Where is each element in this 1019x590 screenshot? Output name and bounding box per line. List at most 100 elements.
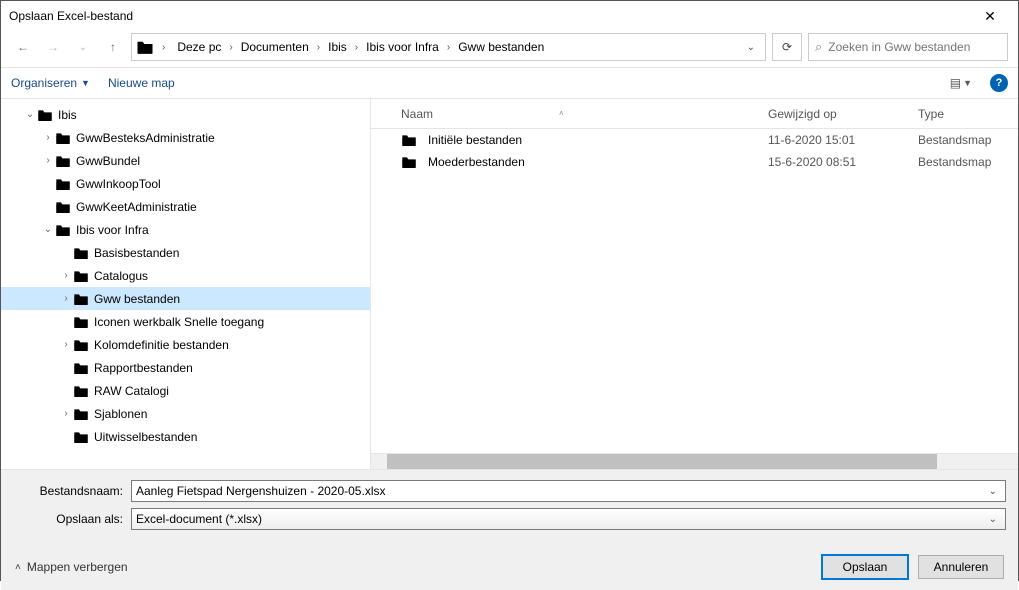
tree-node-label: Uitwisselbestanden <box>94 430 197 444</box>
filename-input[interactable] <box>136 484 985 498</box>
item-modified: 15-6-2020 08:51 <box>768 155 918 169</box>
breadcrumb-segment[interactable]: Documenten <box>237 38 313 56</box>
recent-locations-button[interactable]: ⌄ <box>71 35 95 59</box>
caret-closed-icon[interactable]: › <box>59 270 73 281</box>
chevron-right-icon: › <box>160 42 167 53</box>
tree-node[interactable]: › GwwBesteksAdministratie <box>1 126 370 149</box>
search-icon: ⌕ <box>815 39 822 55</box>
filename-combo[interactable]: ⌄ <box>131 480 1006 502</box>
close-button[interactable]: ✕ <box>970 8 1010 25</box>
filetype-value[interactable] <box>136 512 985 526</box>
search-input[interactable] <box>828 40 1001 54</box>
tree-node-label: Sjablonen <box>94 407 147 421</box>
folder-icon <box>73 268 89 284</box>
up-button[interactable]: ↑ <box>101 35 125 59</box>
caret-closed-icon[interactable]: › <box>41 132 55 143</box>
search-box[interactable]: ⌕ <box>808 33 1008 61</box>
filename-label: Bestandsnaam: <box>13 484 123 498</box>
tree-node-label: Iconen werkbalk Snelle toegang <box>94 315 264 329</box>
caret-closed-icon[interactable]: › <box>59 408 73 419</box>
column-name-header[interactable]: Naam ˄ <box>401 107 768 121</box>
help-button[interactable]: ? <box>990 74 1008 92</box>
horizontal-scrollbar[interactable] <box>371 453 1018 469</box>
new-folder-button[interactable]: Nieuwe map <box>108 76 175 90</box>
chevron-down-icon: ▼ <box>81 78 90 88</box>
tree-node-label: Rapportbestanden <box>94 361 193 375</box>
tree-node-label: Ibis voor Infra <box>76 223 149 237</box>
tree-node[interactable]: › Catalogus <box>1 264 370 287</box>
breadcrumb-segment[interactable]: Ibis <box>324 38 351 56</box>
tree-node[interactable]: ›Uitwisselbestanden <box>1 425 370 448</box>
organize-menu[interactable]: Organiseren ▼ <box>11 76 90 90</box>
tree-node[interactable]: ⌄ Ibis <box>1 103 370 126</box>
chevron-right-icon: › <box>353 42 360 53</box>
chevron-right-icon: › <box>227 42 234 53</box>
filetype-label: Opslaan als: <box>13 512 123 526</box>
folder-icon <box>73 360 89 376</box>
view-options-button[interactable]: ▤ ▼ <box>950 76 972 90</box>
filetype-combo[interactable]: ⌄ <box>131 508 1006 530</box>
cancel-button[interactable]: Annuleren <box>918 555 1004 579</box>
chevron-right-icon: › <box>445 42 452 53</box>
folder-icon <box>73 383 89 399</box>
tree-node-label: GwwBundel <box>76 154 140 168</box>
forward-button[interactable]: → <box>41 35 65 59</box>
tree-node[interactable]: ⌄ Ibis voor Infra <box>1 218 370 241</box>
breadcrumb-segment[interactable]: Ibis voor Infra <box>362 38 443 56</box>
file-list[interactable]: Initiële bestanden11-6-2020 15:01Bestand… <box>371 129 1018 453</box>
tree-node[interactable]: ›GwwKeetAdministratie <box>1 195 370 218</box>
refresh-button[interactable]: ⟳ <box>772 33 802 61</box>
back-button[interactable]: ← <box>11 35 35 59</box>
tree-node-label: GwwBesteksAdministratie <box>76 131 215 145</box>
tree-node[interactable]: › Sjablonen <box>1 402 370 425</box>
filename-dropdown-icon[interactable]: ⌄ <box>985 486 1001 497</box>
folder-icon <box>73 314 89 330</box>
tree-node[interactable]: ›RAW Catalogi <box>1 379 370 402</box>
tree-node-label: Catalogus <box>94 269 148 283</box>
save-button[interactable]: Opslaan <box>822 555 908 579</box>
caret-open-icon[interactable]: ⌄ <box>23 109 37 120</box>
list-item[interactable]: Initiële bestanden11-6-2020 15:01Bestand… <box>371 129 1018 151</box>
caret-closed-icon[interactable]: › <box>41 155 55 166</box>
tree-node[interactable]: ›GwwInkoopTool <box>1 172 370 195</box>
tree-node[interactable]: ›Gww bestanden <box>1 287 370 310</box>
sort-indicator-icon: ˄ <box>559 109 564 118</box>
caret-closed-icon[interactable]: › <box>59 293 73 304</box>
tree-node-label: RAW Catalogi <box>94 384 169 398</box>
item-type: Bestandsmap <box>918 155 1018 169</box>
tree-node-label: Ibis <box>58 108 77 122</box>
tree-node[interactable]: › GwwBundel <box>1 149 370 172</box>
breadcrumb-segment[interactable]: Deze pc <box>173 38 225 56</box>
folder-icon <box>55 222 71 238</box>
folder-icon <box>55 130 71 146</box>
item-name: Initiële bestanden <box>428 133 522 147</box>
caret-open-icon[interactable]: ⌄ <box>41 224 55 235</box>
folder-icon <box>55 153 71 169</box>
folder-icon <box>73 337 89 353</box>
folder-tree[interactable]: ⌄Ibis›GwwBesteksAdministratie›GwwBundel›… <box>1 99 371 469</box>
folder-icon <box>55 199 71 215</box>
caret-closed-icon[interactable]: › <box>59 339 73 350</box>
folder-icon <box>73 429 89 445</box>
address-bar[interactable]: › Deze pc›Documenten›Ibis›Ibis voor Infr… <box>131 33 766 61</box>
hide-folders-toggle[interactable]: ˄ Mappen verbergen <box>15 560 128 574</box>
list-item[interactable]: Moederbestanden15-6-2020 08:51Bestandsma… <box>371 151 1018 173</box>
column-modified-header[interactable]: Gewijzigd op <box>768 107 918 121</box>
tree-node[interactable]: ›Kolomdefinitie bestanden <box>1 333 370 356</box>
tree-node-label: GwwKeetAdministratie <box>76 200 197 214</box>
tree-node-label: Basisbestanden <box>94 246 179 260</box>
tree-node[interactable]: ›Rapportbestanden <box>1 356 370 379</box>
breadcrumb-segment[interactable]: Gww bestanden <box>454 38 548 56</box>
filetype-dropdown-icon[interactable]: ⌄ <box>985 514 1001 525</box>
folder-icon <box>73 245 89 261</box>
folder-icon <box>401 154 417 170</box>
chevron-right-icon: › <box>315 42 322 53</box>
hide-folders-label: Mappen verbergen <box>27 560 128 574</box>
organize-label: Organiseren <box>11 76 77 90</box>
tree-node[interactable]: ›Iconen werkbalk Snelle toegang <box>1 310 370 333</box>
folder-icon <box>401 132 417 148</box>
address-dropdown[interactable]: ⌄ <box>741 42 761 53</box>
tree-node[interactable]: ›Basisbestanden <box>1 241 370 264</box>
column-type-header[interactable]: Type <box>918 107 1018 121</box>
folder-icon <box>37 107 53 123</box>
